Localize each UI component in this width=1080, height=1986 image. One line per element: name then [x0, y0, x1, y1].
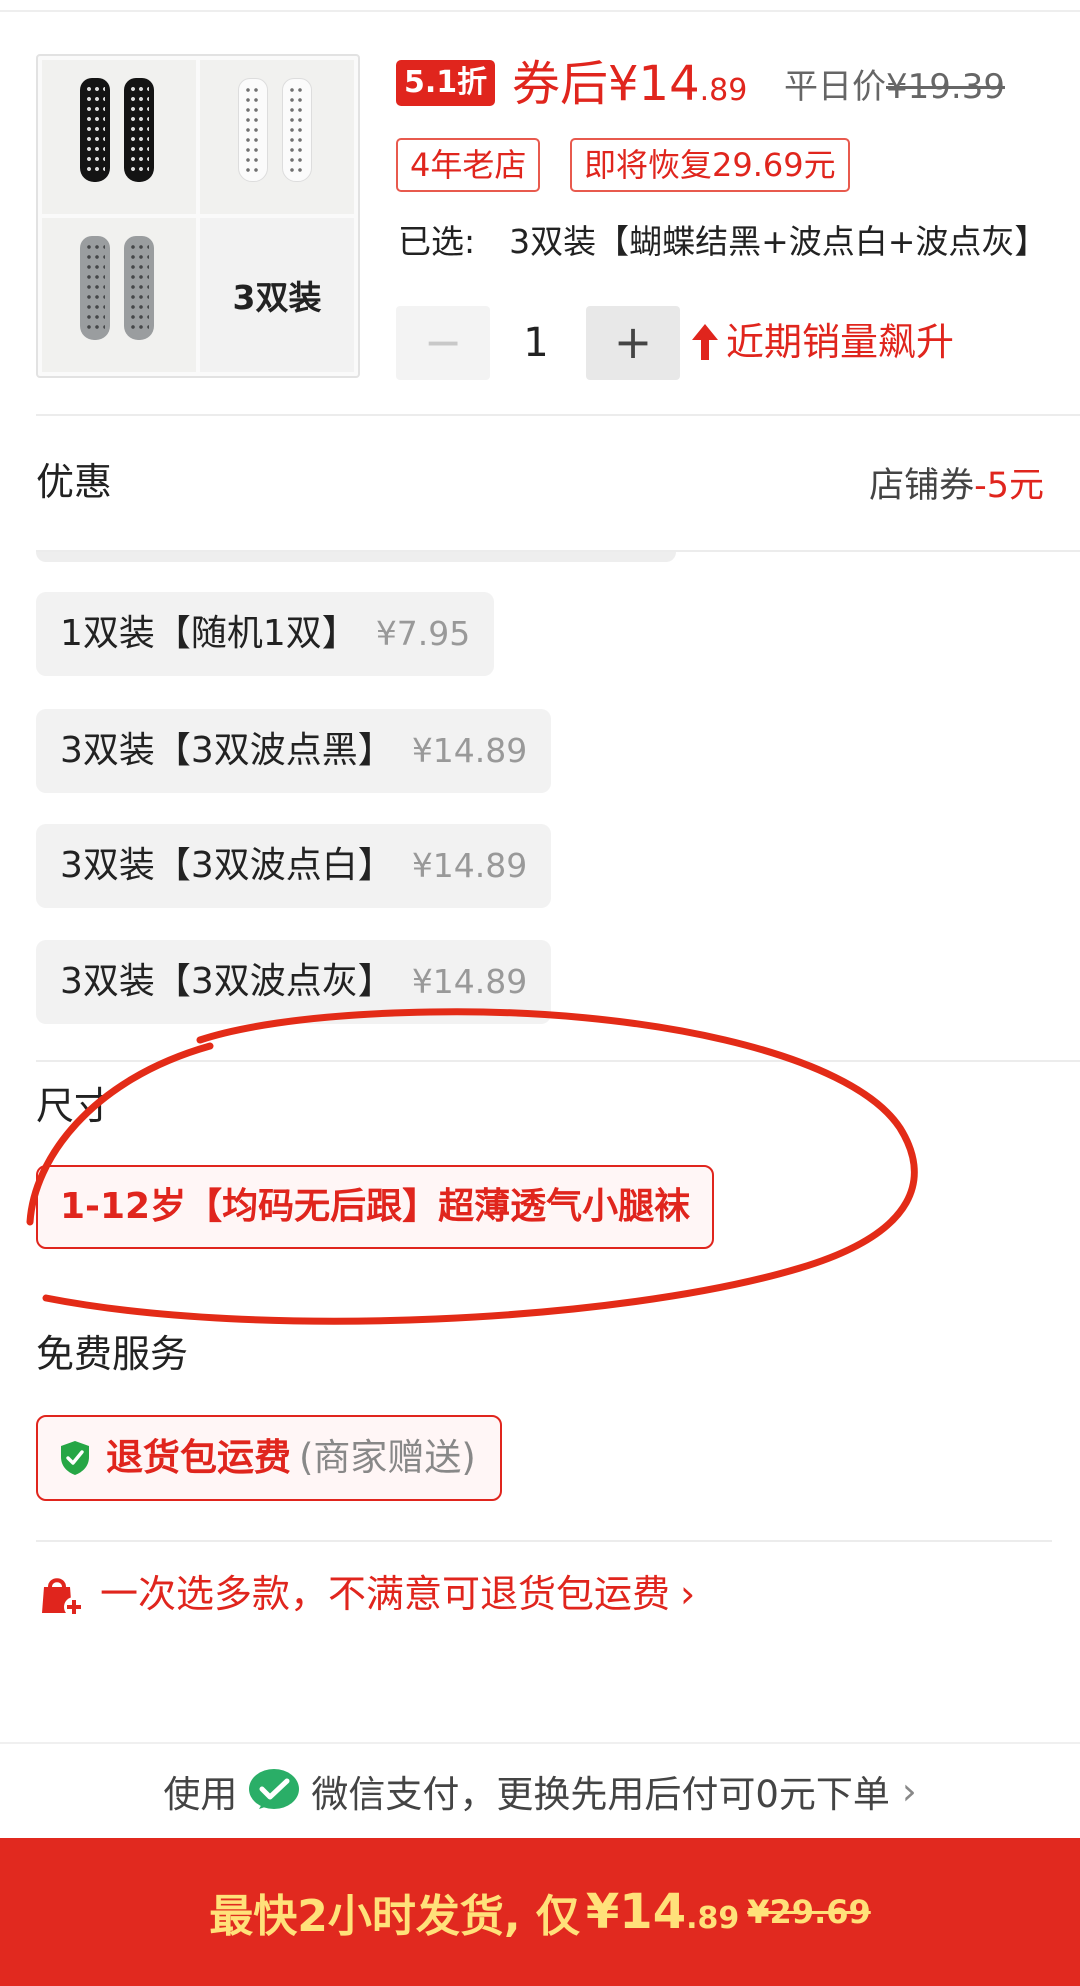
thumb-label-text: 3双装 [200, 218, 354, 372]
thumb-white-socks [200, 60, 354, 214]
selected-label: 已选: [398, 222, 476, 261]
variant-name: 1双装【随机1双】 [60, 613, 358, 654]
quantity-value[interactable]: 1 [500, 306, 572, 380]
price-after-main: 券后¥14 [512, 56, 700, 112]
service-title: 免费服务 [36, 1332, 189, 1376]
shop-age-tag: 4年老店 [396, 138, 541, 192]
trend-text: 近期销量飙升 [726, 320, 955, 364]
buy-price: ¥14.89 [586, 1884, 739, 1940]
variant-option[interactable]: 3双装【3双波点灰】 ¥14.89 [36, 940, 552, 1024]
selected-value: 3双装【蝴蝶结黑+波点白+波点灰】 [509, 222, 1048, 261]
service-note: (商家赠送) [299, 1436, 476, 1479]
thumb-gray-socks [42, 218, 196, 372]
normal-price-label: 平日价 [784, 67, 886, 107]
divider [36, 414, 1080, 416]
shop-coupon-label: 店铺券 [869, 466, 975, 506]
multi-select-promo[interactable]: 一次选多款，不满意可退货包运费 › [36, 1566, 695, 1622]
normal-price: 平日价¥19.39 [784, 66, 1005, 108]
variant-price: ¥14.89 [411, 731, 528, 770]
size-option-selected[interactable]: 1-12岁【均码无后跟】超薄透气小腿袜 [36, 1165, 715, 1249]
sock-image [282, 78, 312, 182]
thumb-pack-label: 3双装 [200, 218, 354, 372]
size-title: 尺寸 [36, 1084, 113, 1128]
scroll-fade [36, 552, 676, 562]
variant-price: ¥7.95 [375, 614, 471, 653]
variant-price: ¥14.89 [411, 962, 528, 1001]
sock-image [124, 236, 154, 340]
sales-trend: 近期销量飙升 [690, 314, 954, 370]
variant-option[interactable]: 1双装【随机1双】 ¥7.95 [36, 592, 495, 676]
variant-option[interactable]: 3双装【3双波点黑】 ¥14.89 [36, 709, 552, 793]
normal-price-value: ¥19.39 [886, 67, 1005, 107]
arrow-up-icon [692, 324, 718, 360]
buy-price-cents: .89 [686, 1901, 740, 1936]
product-thumbnail[interactable]: 3双装 [36, 54, 360, 378]
variant-name: 3双装【3双波点黑】 [60, 730, 394, 771]
price-after-coupon: 券后¥14.89 [512, 54, 747, 121]
buy-now-button[interactable]: 最快2小时发货, 仅 ¥14.89 ¥29.69 [0, 1838, 1080, 1986]
payment-method-bar[interactable]: 使用 微信支付，更换先用后付可0元下单 › [0, 1742, 1080, 1838]
price-after-cents: .89 [699, 73, 748, 108]
sock-image [238, 78, 268, 182]
discount-badge: 5.1折 [396, 60, 496, 106]
divider [36, 1060, 1080, 1062]
shield-check-icon [61, 1441, 89, 1475]
quantity-minus-button[interactable]: − [396, 306, 490, 380]
pay-text: 微信支付，更换先用后付可0元下单 [311, 1773, 890, 1816]
shop-coupon-value: -5元 [974, 466, 1044, 506]
variant-name: 3双装【3双波点灰】 [60, 961, 394, 1002]
top-divider [0, 10, 1080, 12]
promo-text: 一次选多款，不满意可退货包运费 [100, 1572, 671, 1616]
price-restore-tag: 即将恢复29.69元 [570, 138, 850, 192]
wechat-pay-icon [249, 1769, 300, 1809]
variant-price: ¥14.89 [411, 846, 528, 885]
sock-image [124, 78, 154, 182]
quantity-plus-button[interactable]: + [586, 306, 680, 380]
selected-variant[interactable]: 已选: 3双装【蝴蝶结黑+波点白+波点灰】 [398, 220, 1060, 264]
chevron-right-icon: › [901, 1769, 917, 1813]
service-name: 退货包运费 [106, 1436, 291, 1479]
shopping-bag-icon [42, 1578, 84, 1617]
variant-name: 3双装【3双波点白】 [60, 845, 394, 886]
free-return-service[interactable]: 退货包运费 (商家赠送) [36, 1415, 502, 1501]
sock-image [80, 236, 110, 340]
thumb-black-socks [42, 60, 196, 214]
shop-coupon[interactable]: 店铺券-5元 [869, 460, 1044, 512]
variant-option[interactable]: 3双装【3双波点白】 ¥14.89 [36, 824, 552, 908]
pay-prefix: 使用 [163, 1773, 238, 1816]
sock-image [80, 78, 110, 182]
buy-original-price: ¥29.69 [747, 1893, 871, 1931]
divider [36, 1540, 1052, 1542]
chevron-right-icon: › [680, 1572, 696, 1616]
coupon-title: 优惠 [36, 460, 113, 504]
buy-price-main: ¥14 [585, 1884, 687, 1940]
buy-text: 最快2小时发货, 仅 [209, 1891, 580, 1942]
